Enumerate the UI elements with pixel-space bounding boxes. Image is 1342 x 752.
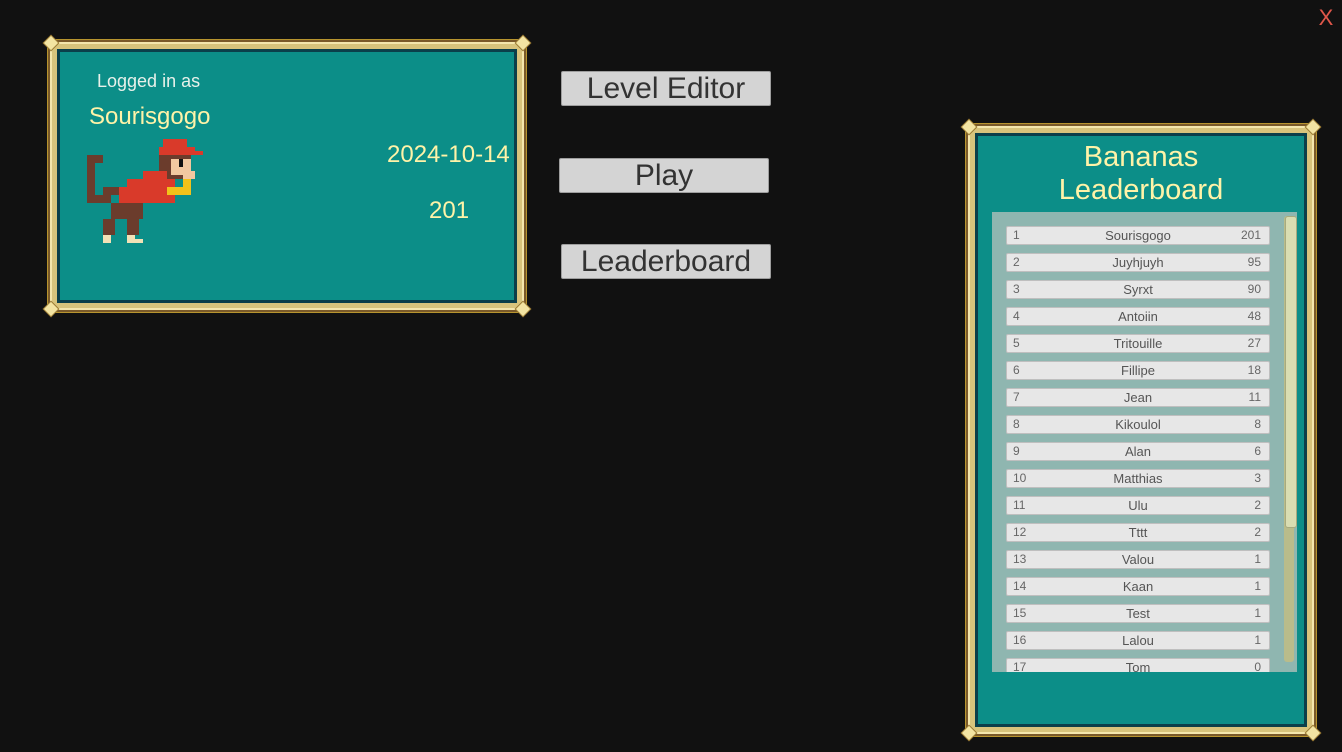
leaderboard-rank: 7 <box>1013 390 1020 404</box>
leaderboard-scrollbar[interactable] <box>1284 216 1297 662</box>
leaderboard-rank: 13 <box>1013 552 1027 566</box>
leaderboard-row: 10 Matthias 3 <box>1006 469 1270 488</box>
leaderboard-button[interactable]: Leaderboard <box>561 244 771 279</box>
frame-corner-ornament <box>515 35 531 51</box>
leaderboard-player-name: Ulu <box>1128 498 1148 513</box>
leaderboard-row: 11 Ulu 2 <box>1006 496 1270 515</box>
leaderboard-points: 1 <box>1254 606 1261 620</box>
game-main-menu: X Logged in as Sourisgogo 2024-10-14 201 <box>0 0 1342 752</box>
leaderboard-points: 201 <box>1240 228 1261 242</box>
frame-corner-ornament <box>43 35 59 51</box>
leaderboard-rank: 17 <box>1013 660 1027 672</box>
play-button[interactable]: Play <box>559 158 769 193</box>
leaderboard-rank: 11 <box>1013 498 1026 512</box>
leaderboard-row: 12 Tttt 2 <box>1006 523 1270 542</box>
leaderboard-player-name: Sourisgogo <box>1105 228 1171 243</box>
leaderboard-points: 2 <box>1254 525 1261 539</box>
leaderboard-rank: 9 <box>1013 444 1020 458</box>
frame-corner-ornament <box>961 119 977 135</box>
leaderboard-title-line1: Bananas <box>1083 141 1199 173</box>
leaderboard-row: 3 Syrxt 90 <box>1006 280 1270 299</box>
frame-corner-ornament <box>515 301 531 317</box>
leaderboard-row: 5 Tritouille 27 <box>1006 334 1270 353</box>
leaderboard-row: 6 Fillipe 18 <box>1006 361 1270 380</box>
leaderboard-player-name: Syrxt <box>1123 282 1153 297</box>
frame-corner-ornament <box>961 725 977 741</box>
logged-in-label: Logged in as <box>97 71 201 91</box>
leaderboard-points: 3 <box>1254 471 1261 485</box>
leaderboard-player-name: Tom <box>1125 660 1151 672</box>
leaderboard-list[interactable]: 17 Tom 0 16 Lalou 1 15 Test 1 14 Kaan 1 13 Valou 1 12 Tt… <box>992 212 1297 672</box>
leaderboard-player-name: Antoiin <box>1118 309 1158 324</box>
leaderboard-points: 48 <box>1247 309 1261 323</box>
leaderboard-row: 16 Lalou 1 <box>1006 631 1270 650</box>
leaderboard-points: 8 <box>1254 417 1261 431</box>
leaderboard-rank: 1 <box>1013 228 1020 242</box>
leaderboard-rank: 8 <box>1013 417 1020 431</box>
leaderboard-row: 7 Jean 11 <box>1006 388 1270 407</box>
leaderboard-player-name: Alan <box>1124 444 1152 459</box>
leaderboard-rank: 16 <box>1013 633 1027 647</box>
leaderboard-rank: 4 <box>1013 309 1020 323</box>
leaderboard-points: 1 <box>1254 552 1261 566</box>
leaderboard-points: 18 <box>1247 363 1261 377</box>
leaderboard-rank: 5 <box>1013 336 1020 350</box>
leaderboard-points: 6 <box>1254 444 1261 458</box>
player-score: 201 <box>429 197 470 224</box>
leaderboard-points: 2 <box>1254 498 1261 512</box>
username: Sourisgogo <box>89 103 211 130</box>
leaderboard-points: 0 <box>1254 660 1261 672</box>
leaderboard-player-name: Tritouille <box>1113 336 1163 351</box>
leaderboard-rank: 15 <box>1013 606 1027 620</box>
leaderboard-row: 13 Valou 1 <box>1006 550 1270 569</box>
close-icon[interactable]: X <box>1312 4 1340 32</box>
leaderboard-row: 15 Test 1 <box>1006 604 1270 623</box>
leaderboard-points: 1 <box>1254 633 1261 647</box>
leaderboard-points: 90 <box>1247 282 1261 296</box>
leaderboard-row: 17 Tom 0 <box>1006 658 1270 672</box>
leaderboard-player-name: Kaan <box>1122 579 1154 594</box>
leaderboard-player-name: Juyhjuyh <box>1112 255 1164 270</box>
frame-corner-ornament <box>43 301 59 317</box>
date-display: 2024-10-14 <box>387 141 510 168</box>
leaderboard-player-name: Kikoulol <box>1115 417 1161 432</box>
leaderboard-row: 8 Kikoulol 8 <box>1006 415 1270 434</box>
leaderboard-rank: 6 <box>1013 363 1020 377</box>
leaderboard-points: 11 <box>1248 390 1261 404</box>
leaderboard-rank: 2 <box>1013 255 1020 269</box>
leaderboard-points: 1 <box>1254 579 1261 593</box>
leaderboard-title: Bananas Leaderboard <box>975 141 1307 207</box>
leaderboard-panel: Bananas Leaderboard 17 Tom 0 16 Lalou 1 15 Test… <box>961 119 1321 741</box>
frame-corner-ornament <box>1305 119 1321 135</box>
leaderboard-row: 4 Antoiin 48 <box>1006 307 1270 326</box>
leaderboard-player-name: Test <box>1126 606 1150 621</box>
leaderboard-row: 1 Sourisgogo 201 <box>1006 226 1270 245</box>
leaderboard-rank: 14 <box>1013 579 1027 593</box>
leaderboard-title-line2: Leaderboard <box>1058 174 1224 206</box>
leaderboard-player-name: Valou <box>1121 552 1155 567</box>
leaderboard-row: 14 Kaan 1 <box>1006 577 1270 596</box>
frame-corner-ornament <box>1305 725 1321 741</box>
leaderboard-player-name: Tttt <box>1128 525 1148 540</box>
leaderboard-player-name: Lalou <box>1122 633 1154 648</box>
leaderboard-player-name: Matthias <box>1113 471 1163 486</box>
level-editor-button[interactable]: Level Editor <box>561 71 771 106</box>
leaderboard-row: 9 Alan 6 <box>1006 442 1270 461</box>
leaderboard-player-name: Jean <box>1123 390 1153 405</box>
leaderboard-points: 95 <box>1247 255 1261 269</box>
leaderboard-points: 27 <box>1247 336 1261 350</box>
leaderboard-rank: 3 <box>1013 282 1020 296</box>
leaderboard-row: 2 Juyhjuyh 95 <box>1006 253 1270 272</box>
leaderboard-rank: 12 <box>1013 525 1027 539</box>
leaderboard-player-name: Fillipe <box>1121 363 1155 378</box>
leaderboard-rank: 10 <box>1013 471 1027 485</box>
scrollbar-thumb[interactable] <box>1285 216 1297 528</box>
profile-panel: Logged in as Sourisgogo 2024-10-14 201 <box>43 35 531 317</box>
pixel-monkey-icon <box>87 139 203 243</box>
